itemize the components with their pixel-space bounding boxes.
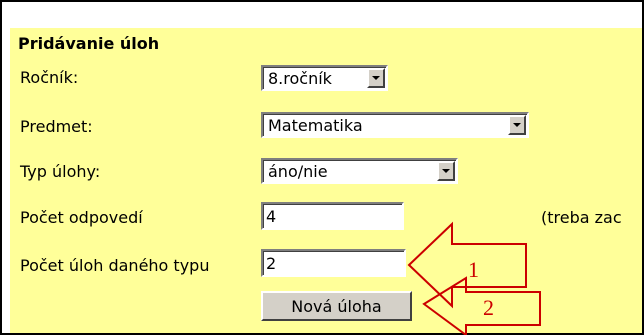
arrow-1-number: 1	[468, 257, 479, 282]
annotation-arrows: 1 2	[407, 221, 541, 335]
arrow-2-number: 2	[483, 295, 494, 320]
